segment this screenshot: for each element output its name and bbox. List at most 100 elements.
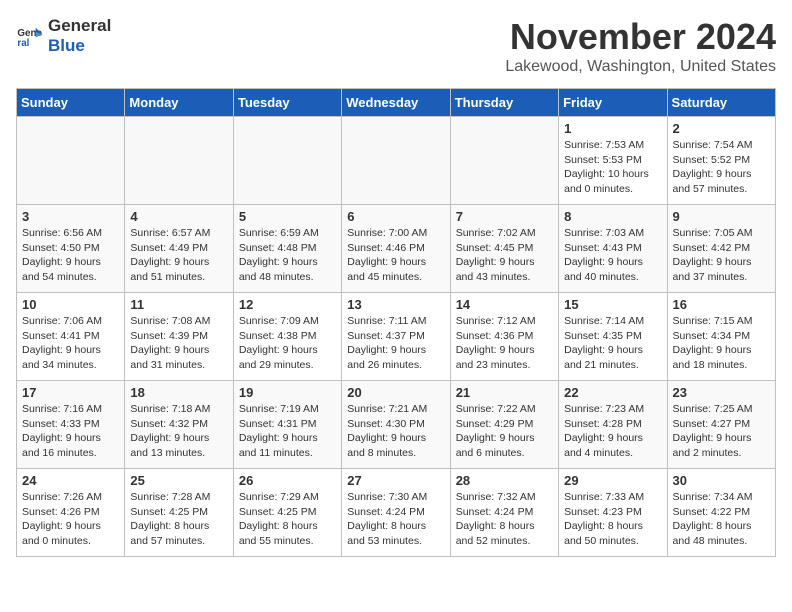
day-number: 5 xyxy=(239,209,336,224)
day-number: 2 xyxy=(673,121,770,136)
calendar-table: SundayMondayTuesdayWednesdayThursdayFrid… xyxy=(16,88,776,557)
weekday-header: Monday xyxy=(125,89,233,117)
day-number: 28 xyxy=(456,473,553,488)
day-info: Sunrise: 7:02 AM Sunset: 4:45 PM Dayligh… xyxy=(456,226,553,285)
day-number: 4 xyxy=(130,209,227,224)
calendar-cell: 20 Sunrise: 7:21 AM Sunset: 4:30 PM Dayli… xyxy=(342,381,450,469)
day-number: 1 xyxy=(564,121,661,136)
day-info: Sunrise: 7:14 AM Sunset: 4:35 PM Dayligh… xyxy=(564,314,661,373)
day-info: Sunrise: 7:05 AM Sunset: 4:42 PM Dayligh… xyxy=(673,226,770,285)
day-number: 8 xyxy=(564,209,661,224)
day-info: Sunrise: 7:12 AM Sunset: 4:36 PM Dayligh… xyxy=(456,314,553,373)
day-info: Sunrise: 7:25 AM Sunset: 4:27 PM Dayligh… xyxy=(673,402,770,461)
day-info: Sunrise: 7:32 AM Sunset: 4:24 PM Dayligh… xyxy=(456,490,553,549)
day-info: Sunrise: 7:53 AM Sunset: 5:53 PM Dayligh… xyxy=(564,138,661,197)
day-number: 10 xyxy=(22,297,119,312)
day-info: Sunrise: 7:00 AM Sunset: 4:46 PM Dayligh… xyxy=(347,226,444,285)
day-info: Sunrise: 6:56 AM Sunset: 4:50 PM Dayligh… xyxy=(22,226,119,285)
day-number: 14 xyxy=(456,297,553,312)
day-number: 16 xyxy=(673,297,770,312)
weekday-header: Tuesday xyxy=(233,89,341,117)
calendar-cell: 1 Sunrise: 7:53 AM Sunset: 5:53 PM Daylig… xyxy=(559,117,667,205)
day-info: Sunrise: 7:54 AM Sunset: 5:52 PM Dayligh… xyxy=(673,138,770,197)
day-info: Sunrise: 7:06 AM Sunset: 4:41 PM Dayligh… xyxy=(22,314,119,373)
logo: Gene ral General Blue xyxy=(16,16,111,57)
day-info: Sunrise: 7:19 AM Sunset: 4:31 PM Dayligh… xyxy=(239,402,336,461)
day-info: Sunrise: 7:23 AM Sunset: 4:28 PM Dayligh… xyxy=(564,402,661,461)
day-number: 22 xyxy=(564,385,661,400)
logo-line2: Blue xyxy=(48,36,111,56)
weekday-header: Thursday xyxy=(450,89,558,117)
day-number: 3 xyxy=(22,209,119,224)
day-number: 30 xyxy=(673,473,770,488)
day-info: Sunrise: 7:15 AM Sunset: 4:34 PM Dayligh… xyxy=(673,314,770,373)
day-info: Sunrise: 7:08 AM Sunset: 4:39 PM Dayligh… xyxy=(130,314,227,373)
day-info: Sunrise: 7:28 AM Sunset: 4:25 PM Dayligh… xyxy=(130,490,227,549)
calendar-cell xyxy=(450,117,558,205)
day-info: Sunrise: 7:11 AM Sunset: 4:37 PM Dayligh… xyxy=(347,314,444,373)
page-header: Gene ral General Blue November 2024 Lake… xyxy=(16,16,776,76)
day-info: Sunrise: 7:03 AM Sunset: 4:43 PM Dayligh… xyxy=(564,226,661,285)
calendar-cell: 19 Sunrise: 7:19 AM Sunset: 4:31 PM Dayli… xyxy=(233,381,341,469)
day-number: 7 xyxy=(456,209,553,224)
calendar-cell: 21Sunrise: 7:22 AM Sunset: 4:29 PM Dayli… xyxy=(450,381,558,469)
day-info: Sunrise: 7:21 AM Sunset: 4:30 PM Dayligh… xyxy=(347,402,444,461)
day-number: 21 xyxy=(456,385,553,400)
weekday-header-row: SundayMondayTuesdayWednesdayThursdayFrid… xyxy=(17,89,776,117)
day-info: Sunrise: 7:29 AM Sunset: 4:25 PM Dayligh… xyxy=(239,490,336,549)
logo-icon: Gene ral xyxy=(16,22,44,50)
calendar-cell: 10 Sunrise: 7:06 AM Sunset: 4:41 PM Dayli… xyxy=(17,293,125,381)
day-number: 24 xyxy=(22,473,119,488)
calendar-cell: 29Sunrise: 7:33 AM Sunset: 4:23 PM Dayli… xyxy=(559,469,667,557)
logo-line1: General xyxy=(48,16,111,36)
calendar-cell xyxy=(125,117,233,205)
day-number: 20 xyxy=(347,385,444,400)
calendar-cell xyxy=(17,117,125,205)
day-info: Sunrise: 6:57 AM Sunset: 4:49 PM Dayligh… xyxy=(130,226,227,285)
day-info: Sunrise: 6:59 AM Sunset: 4:48 PM Dayligh… xyxy=(239,226,336,285)
calendar-week-row: 24Sunrise: 7:26 AM Sunset: 4:26 PM Dayli… xyxy=(17,469,776,557)
calendar-cell: 4 Sunrise: 6:57 AM Sunset: 4:49 PM Daylig… xyxy=(125,205,233,293)
calendar-cell xyxy=(233,117,341,205)
calendar-cell: 25 Sunrise: 7:28 AM Sunset: 4:25 PM Dayli… xyxy=(125,469,233,557)
calendar-subtitle: Lakewood, Washington, United States xyxy=(505,58,776,76)
calendar-week-row: 10 Sunrise: 7:06 AM Sunset: 4:41 PM Dayli… xyxy=(17,293,776,381)
calendar-cell: 7 Sunrise: 7:02 AM Sunset: 4:45 PM Daylig… xyxy=(450,205,558,293)
calendar-cell: 8 Sunrise: 7:03 AM Sunset: 4:43 PM Daylig… xyxy=(559,205,667,293)
calendar-week-row: 17Sunrise: 7:16 AM Sunset: 4:33 PM Dayli… xyxy=(17,381,776,469)
day-number: 29 xyxy=(564,473,661,488)
calendar-cell: 27Sunrise: 7:30 AM Sunset: 4:24 PM Dayli… xyxy=(342,469,450,557)
day-number: 6 xyxy=(347,209,444,224)
calendar-cell: 15 Sunrise: 7:14 AM Sunset: 4:35 PM Dayli… xyxy=(559,293,667,381)
day-number: 25 xyxy=(130,473,227,488)
day-number: 15 xyxy=(564,297,661,312)
day-number: 12 xyxy=(239,297,336,312)
calendar-cell: 9Sunrise: 7:05 AM Sunset: 4:42 PM Daylig… xyxy=(667,205,775,293)
calendar-week-row: 3 Sunrise: 6:56 AM Sunset: 4:50 PM Daylig… xyxy=(17,205,776,293)
calendar-cell: 3 Sunrise: 6:56 AM Sunset: 4:50 PM Daylig… xyxy=(17,205,125,293)
day-number: 19 xyxy=(239,385,336,400)
calendar-cell: 12Sunrise: 7:09 AM Sunset: 4:38 PM Dayli… xyxy=(233,293,341,381)
day-info: Sunrise: 7:18 AM Sunset: 4:32 PM Dayligh… xyxy=(130,402,227,461)
calendar-cell: 11 Sunrise: 7:08 AM Sunset: 4:39 PM Dayli… xyxy=(125,293,233,381)
title-section: November 2024 Lakewood, Washington, Unit… xyxy=(505,16,776,76)
day-info: Sunrise: 7:16 AM Sunset: 4:33 PM Dayligh… xyxy=(22,402,119,461)
calendar-cell: 5 Sunrise: 6:59 AM Sunset: 4:48 PM Daylig… xyxy=(233,205,341,293)
svg-text:ral: ral xyxy=(17,38,29,49)
day-number: 11 xyxy=(130,297,227,312)
day-number: 23 xyxy=(673,385,770,400)
calendar-cell xyxy=(342,117,450,205)
calendar-cell: 22 Sunrise: 7:23 AM Sunset: 4:28 PM Dayli… xyxy=(559,381,667,469)
calendar-title: November 2024 xyxy=(505,16,776,58)
calendar-cell: 17Sunrise: 7:16 AM Sunset: 4:33 PM Dayli… xyxy=(17,381,125,469)
calendar-cell: 30Sunrise: 7:34 AM Sunset: 4:22 PM Dayli… xyxy=(667,469,775,557)
calendar-week-row: 1 Sunrise: 7:53 AM Sunset: 5:53 PM Daylig… xyxy=(17,117,776,205)
calendar-cell: 24Sunrise: 7:26 AM Sunset: 4:26 PM Dayli… xyxy=(17,469,125,557)
weekday-header: Friday xyxy=(559,89,667,117)
calendar-cell: 26Sunrise: 7:29 AM Sunset: 4:25 PM Dayli… xyxy=(233,469,341,557)
calendar-cell: 28 Sunrise: 7:32 AM Sunset: 4:24 PM Dayli… xyxy=(450,469,558,557)
weekday-header: Saturday xyxy=(667,89,775,117)
day-number: 27 xyxy=(347,473,444,488)
calendar-cell: 14 Sunrise: 7:12 AM Sunset: 4:36 PM Dayli… xyxy=(450,293,558,381)
day-number: 13 xyxy=(347,297,444,312)
